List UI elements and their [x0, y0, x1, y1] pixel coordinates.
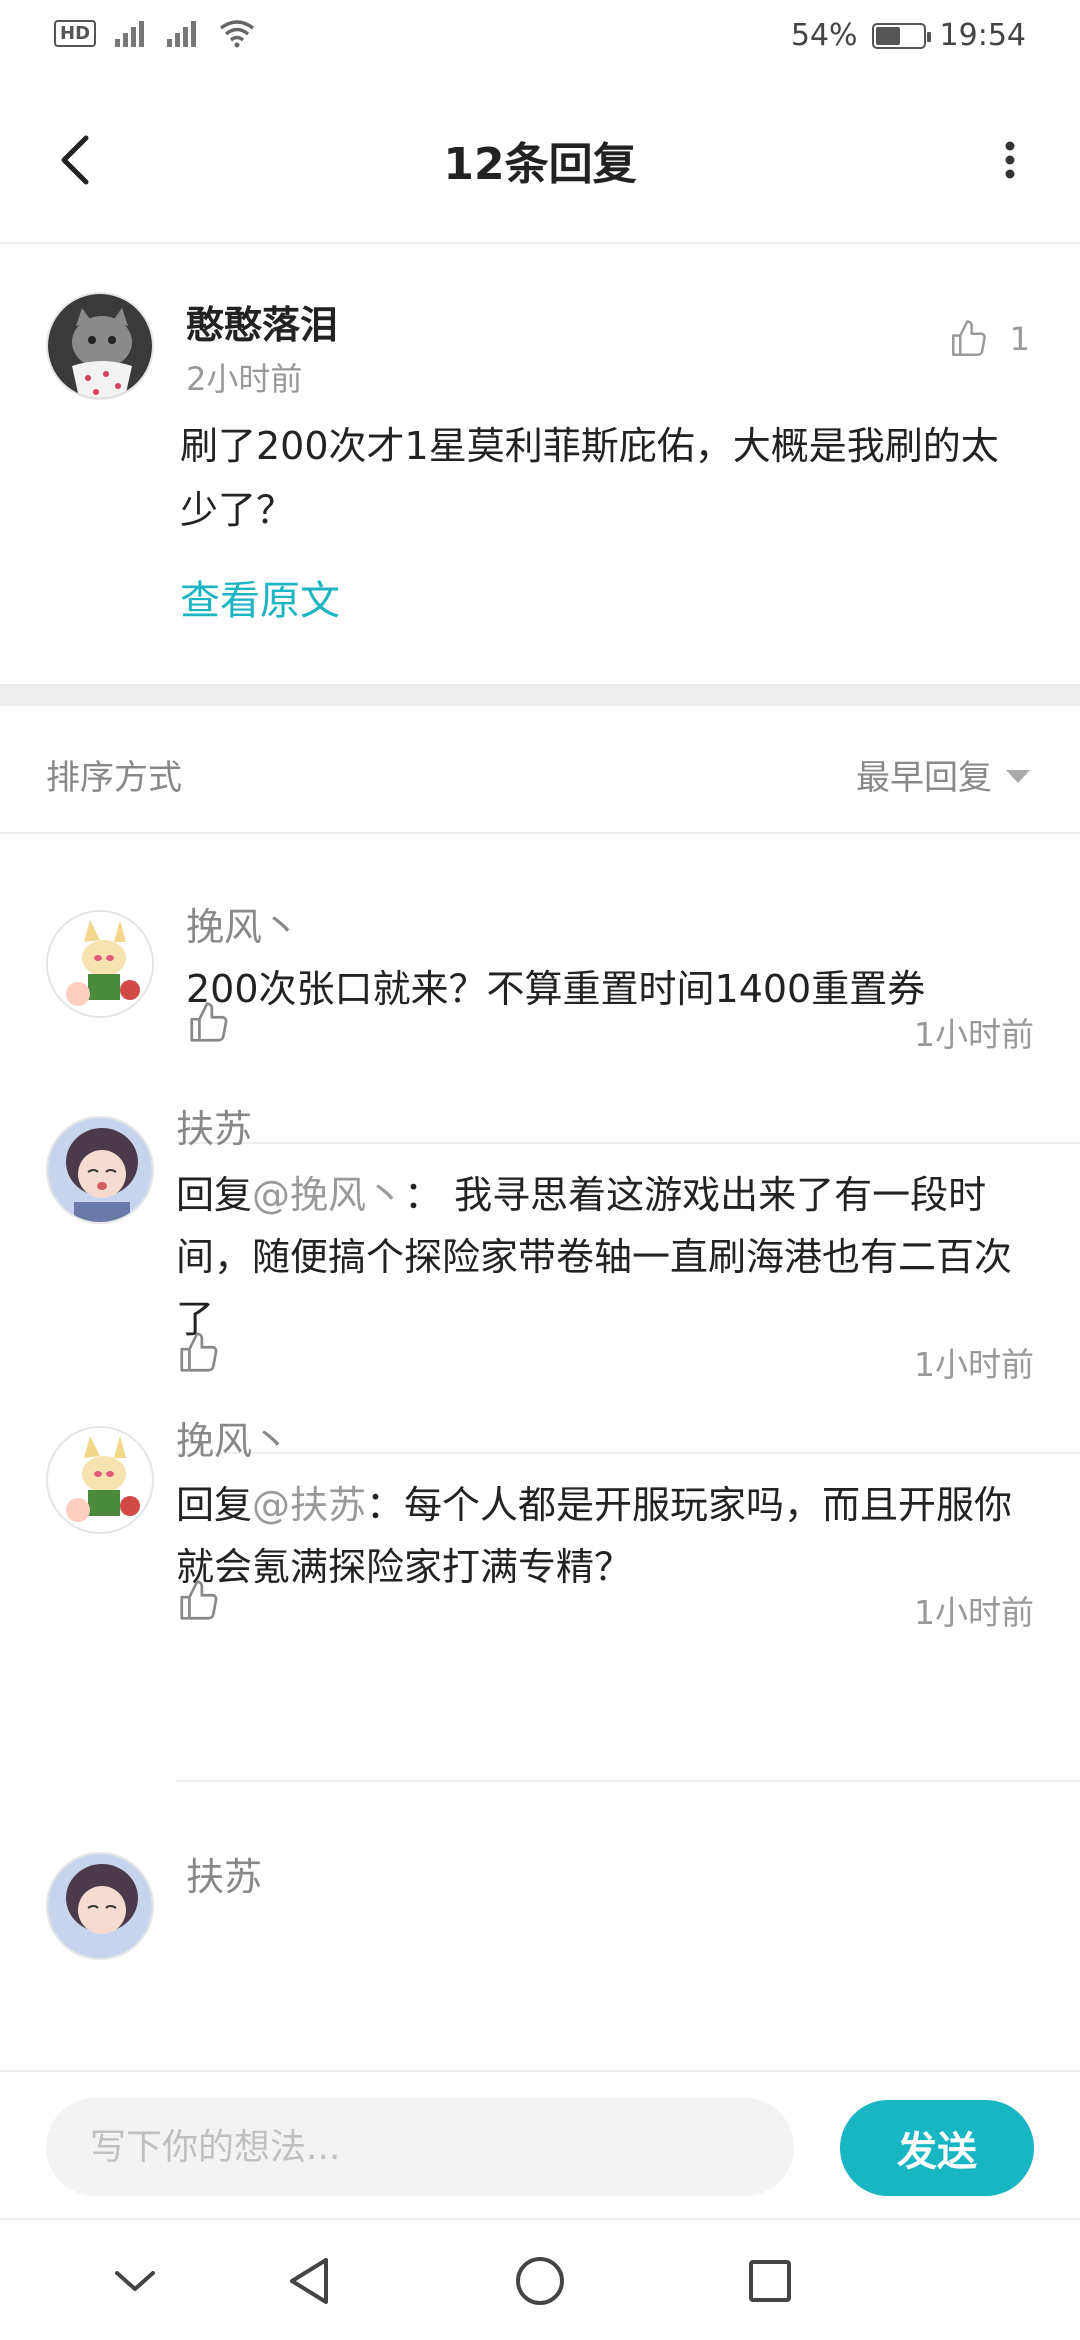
battery-percent: 54% — [790, 18, 858, 53]
original-text: 刷了200次才1星莫利菲斯庇佑，大概是我刷的太少了？ — [180, 424, 999, 532]
thumbs-up-icon — [190, 1002, 228, 1042]
reply-like-button[interactable] — [176, 1578, 226, 1628]
comment-input[interactable] — [46, 2098, 794, 2196]
reply-item: 挽风丶 回复@扶苏：每个人都是开服玩家吗，而且开服你就会氪满探险家打满专精？ 1… — [0, 1419, 1080, 1836]
cat-avatar-icon — [48, 294, 152, 398]
reply-username[interactable]: 扶苏 — [176, 1098, 252, 1153]
anime-girl-avatar-icon — [48, 912, 152, 1016]
reply-text: 回复@挽风丶： 我寻思着这游戏出来了有一段时间，随便搞个探险家带卷轴一直刷海港也… — [176, 1164, 1034, 1350]
reply-username[interactable]: 挽风丶 — [176, 1410, 290, 1465]
reply-username[interactable]: 扶苏 — [186, 1846, 262, 1901]
reply-time: 1小时前 — [914, 1345, 1034, 1384]
mention-link[interactable]: @扶苏 — [252, 1483, 366, 1527]
reply-divider — [186, 1142, 1080, 1144]
original-time: 2小时前 — [186, 360, 303, 398]
reply-like-button[interactable] — [186, 1000, 236, 1050]
status-bar: HD 54% 19:54 — [0, 0, 1080, 76]
page-title: 12条回复 — [443, 139, 637, 190]
reply-time: 1小时前 — [914, 1015, 1034, 1054]
anime-boy-avatar-icon — [48, 1118, 152, 1222]
sort-dropdown[interactable]: 最早回复 — [856, 750, 1030, 799]
reply-divider — [176, 1780, 1080, 1782]
reply-text: 回复@扶苏：每个人都是开服玩家吗，而且开服你就会氪满探险家打满专精？ — [176, 1474, 1034, 1598]
original-username[interactable]: 憨憨落泪 — [186, 294, 338, 349]
wifi-icon — [219, 20, 255, 48]
avatar[interactable] — [46, 1426, 154, 1534]
avatar[interactable] — [46, 910, 154, 1018]
circle-home-icon — [516, 2257, 564, 2305]
square-recents-icon — [749, 2260, 791, 2302]
more-button[interactable] — [974, 124, 1046, 196]
avatar[interactable] — [46, 1852, 154, 1960]
nav-recents-button[interactable] — [735, 2246, 805, 2316]
signal-icon — [115, 21, 145, 47]
sort-label: 排序方式 — [46, 758, 182, 798]
status-left: HD — [54, 18, 256, 48]
thumbs-up-icon — [180, 1332, 218, 1372]
reply-prefix: 回复 — [176, 1173, 253, 1217]
anime-girl-avatar-icon — [48, 1428, 152, 1532]
send-button[interactable]: 发送 — [840, 2100, 1034, 2196]
nav-back-button[interactable] — [274, 2246, 344, 2316]
battery-icon — [871, 22, 931, 49]
battery-level — [875, 26, 901, 45]
chevron-down-icon — [115, 2271, 155, 2291]
comment-bar: 发送 — [0, 2070, 1080, 2220]
reply-divider — [176, 1452, 1080, 1454]
reply-time: 1小时前 — [914, 1593, 1034, 1632]
more-vertical-icon — [1005, 141, 1015, 179]
caret-down-icon — [1006, 770, 1030, 783]
reply-item: 扶苏 回复@挽风丶： 我寻思着这游戏出来了有一段时间，随便搞个探险家带卷轴一直刷… — [0, 1107, 1080, 1526]
avatar[interactable] — [46, 292, 154, 400]
triangle-back-icon — [290, 2258, 328, 2304]
sort-selected: 最早回复 — [856, 758, 992, 798]
hd-badge: HD — [54, 19, 97, 47]
system-nav-bar — [0, 2222, 1080, 2340]
anime-boy-avatar-icon — [48, 1854, 152, 1958]
status-right: 54% 19:54 — [791, 18, 1026, 53]
sort-row: 排序方式 最早回复 — [0, 706, 1080, 834]
avatar[interactable] — [46, 1116, 154, 1224]
reply-username[interactable]: 挽风丶 — [186, 896, 300, 951]
nav-collapse-button[interactable] — [100, 2246, 170, 2316]
reply-text: 200次张口就来？不算重置时间1400重置券 — [186, 967, 926, 1011]
section-divider — [0, 684, 1080, 706]
view-original-link[interactable]: 查看原文 — [180, 568, 340, 626]
mention-link[interactable]: @挽风丶 — [252, 1173, 404, 1217]
reply-like-button[interactable] — [176, 1330, 226, 1380]
clock: 19:54 — [939, 18, 1026, 53]
like-button[interactable]: 1 — [948, 318, 1030, 360]
nav-home-button[interactable] — [505, 2246, 575, 2316]
reply-item: 扶苏 — [0, 1836, 1080, 2070]
reply-list: 挽风丶 200次张口就来？不算重置时间1400重置券 1小时前 扶苏 回复@挽风… — [0, 836, 1080, 2070]
reply-prefix: 回复 — [176, 1483, 253, 1527]
like-count: 1 — [1009, 320, 1030, 358]
thumbs-up-icon — [180, 1580, 218, 1620]
app-header: 12条回复 — [0, 76, 1080, 244]
signal-icon-2 — [167, 21, 197, 47]
thumbs-up-icon — [951, 320, 986, 356]
original-comment: 憨憨落泪 2小时前 1 刷了200次才1星莫利菲斯庇佑，大概是我刷的太少了？ 查… — [0, 246, 1080, 684]
